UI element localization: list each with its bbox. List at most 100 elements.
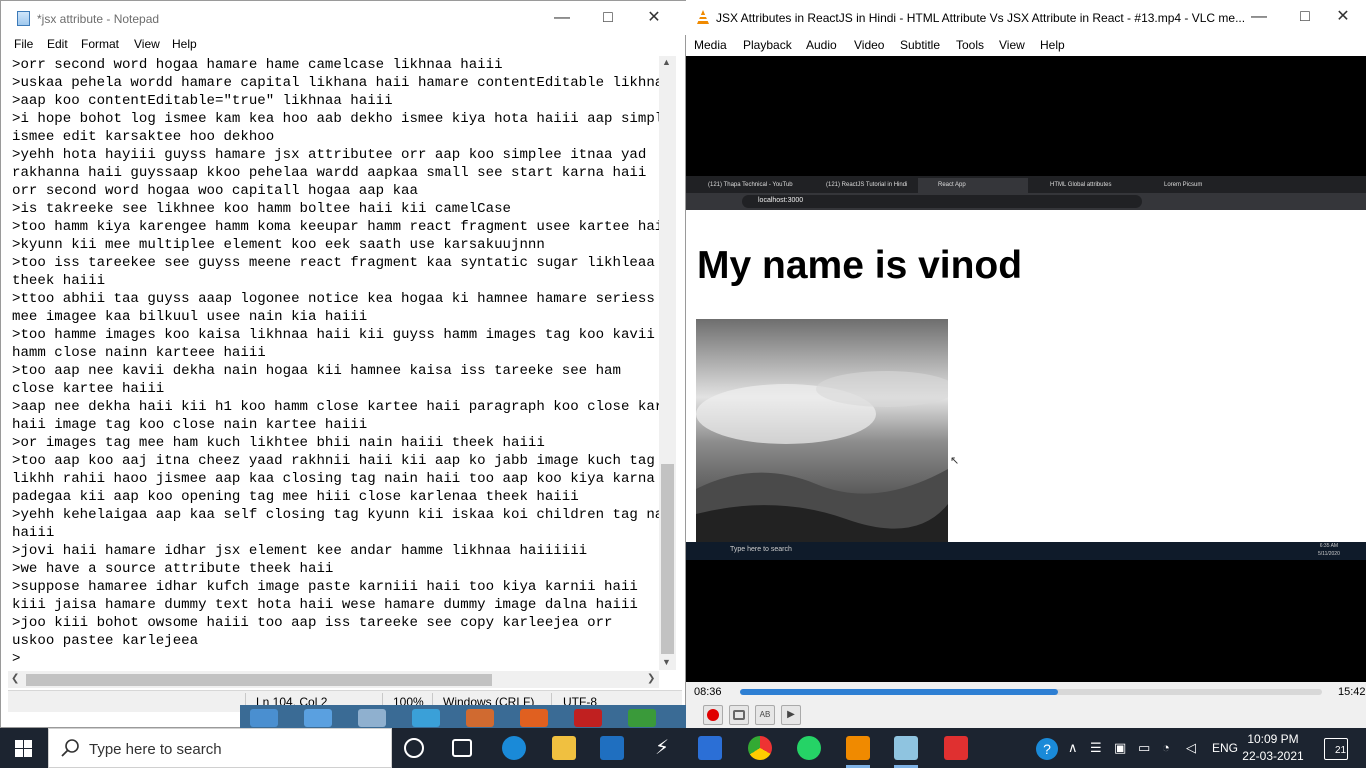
taskbar-search-box[interactable]: Type here to search	[48, 728, 392, 768]
notepad-taskbar-icon[interactable]	[894, 736, 918, 760]
maximize-button[interactable]: □	[585, 1, 631, 35]
text-line: >uskaa pehela wordd hamare capital likha…	[12, 75, 660, 91]
file-explorer-icon[interactable]	[552, 736, 576, 760]
cortana-icon[interactable]	[404, 738, 424, 758]
text-line: uskoo pastee karlejeea	[12, 633, 199, 649]
scroll-left-icon[interactable]: ❮	[11, 673, 19, 684]
browser-tab: HTML Global attributes	[1050, 182, 1112, 188]
background-app-icon	[628, 709, 656, 727]
menu-view[interactable]: View	[134, 37, 160, 51]
landscape-image	[696, 319, 948, 543]
volume-icon[interactable]: ◁	[1186, 740, 1196, 756]
browser-tab: (121) ReactJS Tutorial in Hindi	[826, 182, 908, 188]
text-line: >jovi haii hamare idhar jsx element kee …	[12, 543, 588, 559]
vlc-minimize-button[interactable]: —	[1236, 0, 1282, 34]
record-button[interactable]	[703, 705, 723, 725]
text-line: orr second word hogaa woo capitall hogaa…	[12, 183, 418, 199]
dropbox-icon[interactable]	[698, 736, 722, 760]
menu-subtitle[interactable]: Subtitle	[900, 38, 940, 52]
background-app-icon	[358, 709, 386, 727]
vlc-title-bar[interactable]: JSX Attributes in ReactJS in Hindi - HTM…	[686, 0, 1366, 34]
vlc-menu-bar: Media Playback Audio Video Subtitle Tool…	[686, 34, 1366, 56]
browser-tab: (121) Thapa Technical - YouTub	[708, 182, 793, 188]
vlc-window[interactable]: JSX Attributes in ReactJS in Hindi - HTM…	[686, 0, 1366, 728]
loop-ab-button[interactable]: AB	[755, 705, 775, 725]
taskbar-clock[interactable]: 10:09 PM 22-03-2021	[1238, 731, 1308, 765]
network-icon[interactable]: ☰	[1090, 740, 1102, 756]
text-line: >i hope bohot log ismee kam kea hoo aab …	[12, 111, 660, 127]
search-icon	[61, 739, 79, 757]
browser-tab: Lorem Picsum	[1164, 182, 1203, 188]
task-view-icon[interactable]	[452, 739, 472, 757]
menu-tools[interactable]: Tools	[956, 38, 984, 52]
notepad-text-area[interactable]: >orr second word hogaa hamare hame camel…	[12, 56, 660, 670]
browser-url-bar: localhost:3000	[742, 195, 1142, 208]
text-line: >too hamm kiya karengee hamm koma keeupa…	[12, 219, 660, 235]
scroll-right-icon[interactable]: ❯	[647, 673, 655, 684]
language-indicator[interactable]: ENG	[1212, 741, 1238, 755]
frame-step-button[interactable]: ▶	[781, 705, 801, 725]
menu-audio[interactable]: Audio	[806, 38, 837, 52]
chevron-up-icon[interactable]: ∧	[1068, 740, 1078, 756]
notepad-icon	[17, 11, 30, 26]
menu-help[interactable]: Help	[1040, 38, 1065, 52]
chrome-icon[interactable]	[748, 736, 772, 760]
text-line: haiii	[12, 525, 55, 541]
mail-icon[interactable]	[600, 736, 624, 760]
browser-tab-strip: (121) Thapa Technical - YouTub (121) Rea…	[686, 176, 1366, 193]
close-button[interactable]: ✕	[631, 1, 677, 35]
help-icon[interactable]: ?	[1036, 738, 1058, 760]
background-taskbar-strip	[240, 705, 686, 728]
text-line: >kyunn kii mee multiplee element koo eek…	[12, 237, 545, 253]
text-line: likhh rahii haoo jismee aap kaa closing …	[12, 471, 655, 487]
total-time: 15:42	[1338, 686, 1366, 698]
notepad-window[interactable]: *jsx attribute - Notepad — □ ✕ File Edit…	[0, 0, 687, 728]
scroll-up-icon[interactable]: ▲	[662, 57, 671, 67]
notification-center-icon[interactable]: 21	[1324, 738, 1348, 760]
notification-count: 21	[1335, 745, 1347, 756]
text-line: rakhanna haii guyssaap kkoo pehelaa ward…	[12, 165, 647, 181]
text-line: >yehh hota hayiii guyss hamare jsx attri…	[12, 147, 647, 163]
wifi-icon[interactable]: ◔	[1162, 740, 1170, 755]
notepad-title: *jsx attribute - Notepad	[37, 12, 160, 26]
minimize-button[interactable]: —	[539, 1, 585, 35]
mouse-cursor-icon: ↖	[950, 455, 960, 467]
menu-format[interactable]: Format	[81, 37, 119, 51]
menu-video[interactable]: Video	[854, 38, 884, 52]
seek-bar-progress	[740, 689, 1059, 695]
battery-icon[interactable]: ▭	[1138, 740, 1150, 756]
menu-playback[interactable]: Playback	[743, 38, 792, 52]
windows-start-icon[interactable]	[15, 740, 32, 757]
text-line: kiii jaisa hamare dummy text hota haii w…	[12, 597, 638, 613]
menu-media[interactable]: Media	[694, 38, 727, 52]
display-icon[interactable]: ▣	[1114, 740, 1126, 756]
text-line: theek haiii	[12, 273, 106, 289]
lightning-app-icon[interactable]: ⚡	[650, 736, 674, 760]
vlc-cone-icon	[697, 10, 709, 24]
menu-view[interactable]: View	[999, 38, 1025, 52]
snapshot-button[interactable]	[729, 705, 749, 725]
background-app-icon	[250, 709, 278, 727]
menu-help[interactable]: Help	[172, 37, 197, 51]
notepad-title-bar[interactable]: *jsx attribute - Notepad — □ ✕	[1, 1, 687, 35]
scroll-down-icon[interactable]: ▼	[662, 657, 671, 667]
browser-tab-active: React App	[918, 178, 1028, 193]
background-app-icon	[304, 709, 332, 727]
vertical-scroll-thumb[interactable]	[661, 464, 674, 654]
text-line: mee imagee kaa bilkuul usee nain kia hai…	[12, 309, 368, 325]
text-line: >aap nee dekha haii kii h1 koo hamm clos…	[12, 399, 660, 415]
horizontal-scroll-thumb[interactable]	[26, 674, 492, 686]
menu-edit[interactable]: Edit	[47, 37, 68, 51]
clock-time: 10:09 PM	[1247, 732, 1299, 746]
notepad-menu-bar: File Edit Format View Help	[1, 35, 687, 55]
vlc-taskbar-icon[interactable]	[846, 736, 870, 760]
text-line: >ttoo abhii taa guyss aaap logonee notic…	[12, 291, 655, 307]
text-line: >joo kiii bohot owsome haiii too aap iss…	[12, 615, 613, 631]
background-app-icon	[574, 709, 602, 727]
anydesk-icon[interactable]	[944, 736, 968, 760]
vlc-close-button[interactable]: ✕	[1320, 0, 1366, 34]
menu-file[interactable]: File	[14, 37, 33, 51]
clock-date: 22-03-2021	[1242, 749, 1304, 763]
whatsapp-icon[interactable]	[797, 736, 821, 760]
edge-icon[interactable]	[502, 736, 526, 760]
